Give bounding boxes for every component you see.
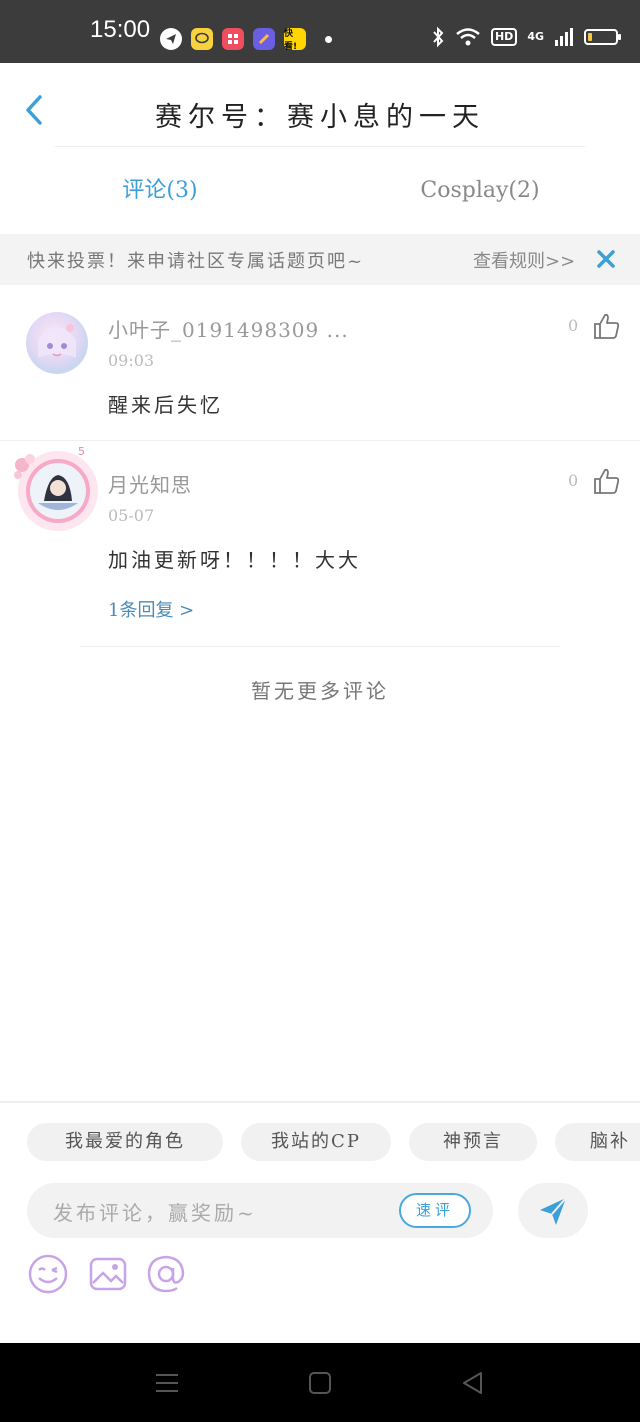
view-rules-link[interactable]: 查看规则>>: [473, 247, 575, 273]
notice-text: 快来投票！来申请社区专属话题页吧~: [27, 251, 365, 272]
thumbs-up-icon[interactable]: [592, 311, 622, 341]
header: 赛尔号：赛小息的一天: [0, 63, 640, 148]
comment-text: 加油更新呀！！！！大大: [108, 548, 361, 572]
status-app-icons: 快看!: [160, 28, 306, 52]
comment-item: 小叶子_0191498309 ... 09:03 醒来后失忆 0: [0, 300, 640, 440]
row-divider: [0, 440, 640, 441]
close-icon[interactable]: [594, 247, 618, 271]
status-time: 15:00: [90, 16, 151, 43]
bluetooth-icon: [433, 26, 444, 48]
comment-text: 醒来后失忆: [108, 393, 223, 417]
messenger-app-icon: [160, 28, 182, 50]
row-divider: [80, 646, 560, 647]
send-icon: [540, 1197, 567, 1225]
notice-banner: 快来投票！来申请社区专属话题页吧~ 查看规则>>: [0, 234, 640, 285]
comment-input[interactable]: 发布评论，赢奖励~ 速评: [27, 1183, 493, 1238]
notification-dot: [325, 36, 332, 43]
tab-bar: 评论(3) Cosplay(2): [0, 158, 640, 228]
topic-chip[interactable]: 神预言: [409, 1123, 537, 1161]
tab-cosplay[interactable]: Cosplay(2): [320, 158, 640, 228]
comment-time: 05-07: [108, 506, 155, 525]
tab-comments[interactable]: 评论(3): [0, 158, 320, 228]
status-bar: 15:00 快看! HD 4G: [0, 0, 640, 63]
image-icon[interactable]: [87, 1253, 129, 1295]
page-title: 赛尔号：赛小息的一天: [155, 102, 485, 133]
notes-app-icon: [253, 28, 275, 50]
send-button[interactable]: [518, 1183, 588, 1238]
chat-app-icon: [191, 28, 213, 50]
comment-username[interactable]: 月光知思: [108, 469, 192, 498]
system-nav-bar: [0, 1343, 640, 1422]
no-more-comments: 暂无更多评论: [251, 679, 389, 703]
view-replies-link[interactable]: 1条回复 >: [108, 596, 194, 622]
topic-chip[interactable]: 我站的CP: [241, 1123, 391, 1161]
back-nav-icon[interactable]: [460, 1370, 486, 1396]
kuaikan-app-icon: 快看!: [284, 28, 306, 52]
status-indicators: HD 4G: [431, 26, 621, 48]
like-count: 0: [568, 471, 579, 490]
header-divider: [55, 146, 585, 147]
signal-icon: [555, 28, 573, 46]
avatar[interactable]: [26, 312, 88, 374]
topic-chip[interactable]: 脑补: [555, 1123, 640, 1161]
mention-icon[interactable]: [145, 1253, 187, 1295]
home-icon[interactable]: [307, 1370, 333, 1396]
hd-badge: HD: [490, 28, 518, 46]
comment-time: 09:03: [108, 351, 155, 370]
comment-item: 5 月光知思 05-07 加油更新呀！！！！大大 1条回复 > 0: [0, 445, 640, 645]
quick-comment-button[interactable]: 速评: [399, 1193, 471, 1228]
network-type: 4G: [527, 30, 544, 43]
menu-icon[interactable]: [154, 1370, 180, 1396]
comment-username[interactable]: 小叶子_0191498309 ...: [108, 314, 349, 343]
media-app-icon: [222, 28, 244, 50]
thumbs-up-icon[interactable]: [592, 466, 622, 496]
topic-chip[interactable]: 我最爱的角色: [27, 1123, 223, 1161]
svg-text:5: 5: [78, 445, 85, 458]
battery-icon: [584, 29, 621, 45]
comment-composer: 我最爱的角色 我站的CP 神预言 脑补 发布评论，赢奖励~ 速评: [0, 1101, 640, 1343]
topic-chips: 我最爱的角色 我站的CP 神预言 脑补: [27, 1123, 640, 1161]
wifi-icon: [456, 28, 480, 46]
like-count: 0: [568, 316, 579, 335]
battery-fill: [588, 33, 592, 41]
avatar[interactable]: 5: [8, 443, 104, 539]
comment-input-placeholder: 发布评论，赢奖励~: [53, 1201, 257, 1225]
emoji-icon[interactable]: [27, 1253, 69, 1295]
